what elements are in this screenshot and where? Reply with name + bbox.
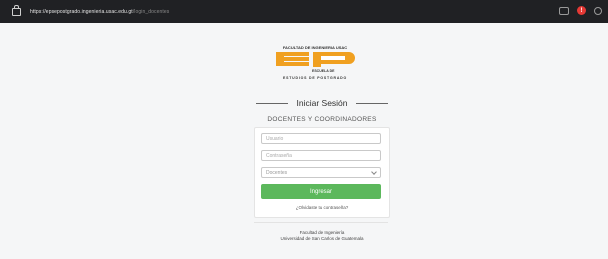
footer: Facultad de Ingeniería Universidad de Sa…	[230, 230, 414, 242]
password-field[interactable]	[261, 150, 381, 161]
url-host: https://epsepostgrado.ingenieria.usac.ed…	[30, 8, 133, 15]
footer-divider	[254, 222, 388, 223]
username-input[interactable]	[266, 135, 376, 142]
logo-studies-text: ESTUDIOS DE POSTGRADO	[282, 76, 348, 80]
chevron-down-icon	[371, 168, 377, 175]
alert-icon[interactable]: !	[577, 6, 586, 15]
role-select[interactable]: Docentes	[261, 167, 381, 178]
password-input[interactable]	[266, 152, 376, 159]
profile-icon[interactable]	[594, 6, 602, 15]
browser-actions: !	[559, 6, 602, 15]
url-field[interactable]: https://epsepostgrado.ingenieria.usac.ed…	[30, 9, 169, 15]
lock-icon[interactable]	[12, 4, 21, 16]
url-path: /login_docentes	[132, 8, 170, 15]
extension-icon[interactable]	[559, 6, 569, 15]
footer-line-2: Universidad de San Carlos de Guatemala	[280, 236, 364, 241]
login-subtitle: DOCENTES Y COORDINADORES	[267, 116, 377, 123]
login-title-row: Iniciar Sesión	[256, 97, 388, 109]
username-field[interactable]	[261, 133, 381, 144]
browser-address-bar: https://epsepostgrado.ingenieria.usac.ed…	[0, 0, 608, 23]
login-button[interactable]: Ingresar	[261, 184, 381, 199]
logo-school-text: ESCUELA DE	[312, 69, 335, 73]
forgot-password-link[interactable]: ¿Olvidaste tu contraseña?	[255, 205, 389, 210]
role-select-value: Docentes	[266, 169, 288, 176]
title-divider-right	[355, 102, 388, 104]
login-card: Docentes Ingresar ¿Olvidaste tu contrase…	[254, 127, 390, 218]
title-divider-left	[256, 102, 289, 104]
eep-logo: FACULTAD DE INGENIERIA USAC ESCUELA DE E…	[268, 42, 362, 82]
login-title: Iniciar Sesión	[296, 98, 348, 108]
